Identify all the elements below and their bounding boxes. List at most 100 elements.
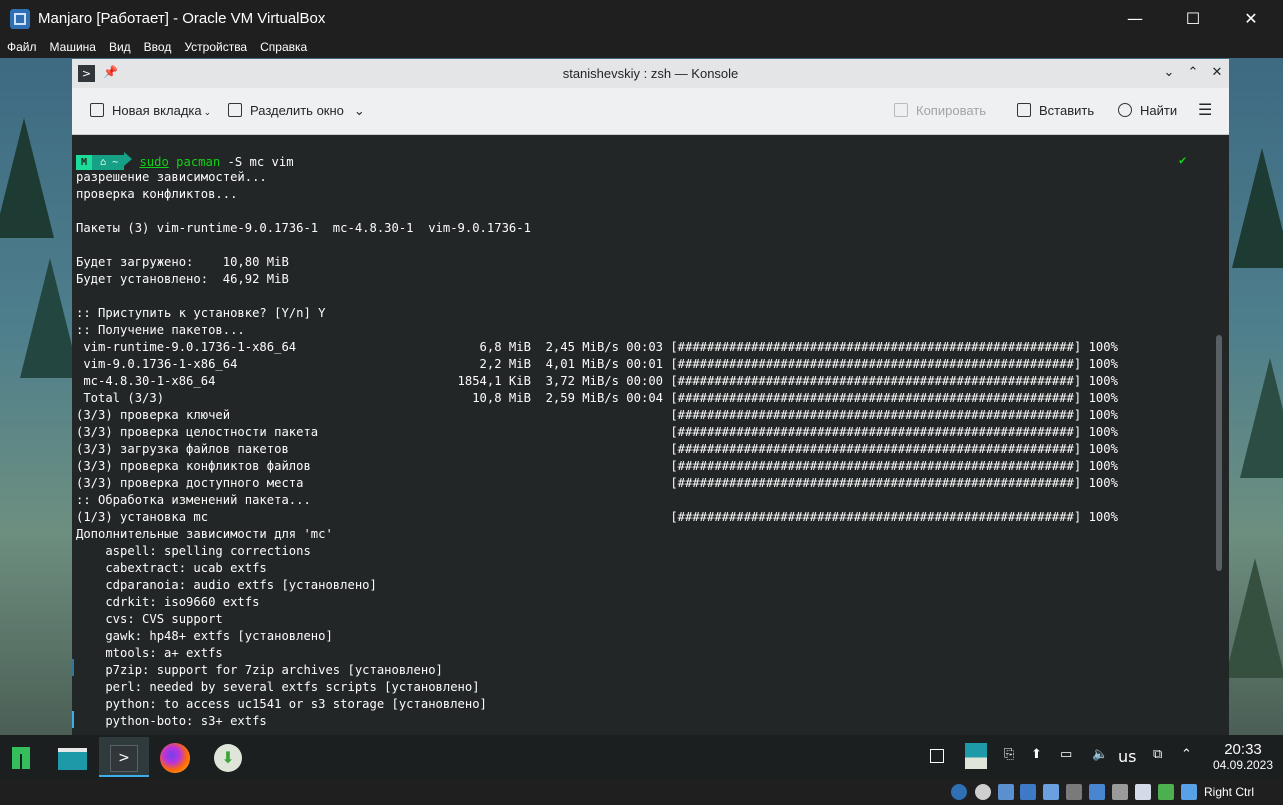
menu-input[interactable]: Ввод xyxy=(137,38,178,54)
wallpaper-tree xyxy=(20,258,80,378)
terminal-line: Пакеты (3) vim-runtime-9.0.1736-1 mc-4.8… xyxy=(76,221,531,235)
menu-devices[interactable]: Устройства xyxy=(177,38,253,54)
prompt-line: M ⌂ ~ sudo pacman -S mc vim xyxy=(76,152,294,170)
dropdown-icon: ⌄ xyxy=(203,107,212,117)
mouse-integration-icon[interactable] xyxy=(1158,784,1174,800)
wallpaper-tree xyxy=(1240,358,1283,478)
new-tab-button[interactable]: Новая вкладка ⌄ xyxy=(90,102,211,120)
virtualbox-status-bar: Right Ctrl xyxy=(0,779,1283,805)
clock-date: 04.09.2023 xyxy=(1212,758,1274,772)
hard-disk-icon[interactable] xyxy=(951,784,967,800)
konsole-title-bar: > 📌 stanishevskiy : zsh — Konsole ⌄ ⌃ ✕ xyxy=(72,59,1229,88)
manjaro-menu-icon[interactable] xyxy=(0,737,46,777)
host-key-label: Right Ctrl xyxy=(1204,785,1255,799)
shared-folders-icon[interactable] xyxy=(1066,784,1082,800)
status-ok-icon: ✔ xyxy=(1179,153,1187,167)
virtualbox-title-bar: Manjaro [Работает] - Oracle VM VirtualBo… xyxy=(0,0,1283,38)
terminal-line: (3/3) проверка ключей [#################… xyxy=(76,408,1118,422)
terminal-scrollbar[interactable] xyxy=(1216,335,1222,571)
terminal-line: :: Обработка изменений пакета... xyxy=(76,493,311,507)
terminal-line: Total (3/3) 10,8 MiB 2,59 MiB/s 00:04 [#… xyxy=(76,391,1118,405)
minimize-button[interactable]: — xyxy=(1112,4,1158,34)
terminal-line: python-boto: s3+ extfs xyxy=(76,714,267,728)
terminal-line: vim-runtime-9.0.1736-1-x86_64 6,8 MiB 2,… xyxy=(76,340,1118,354)
vt-x-icon[interactable] xyxy=(1135,784,1151,800)
virtualbox-menu-bar: Файл Машина Вид Ввод Устройства Справка xyxy=(0,38,1283,58)
command-args: -S mc vim xyxy=(220,155,294,169)
terminal-line: Дополнительные зависимости для 'mc' xyxy=(76,527,333,541)
konsole-toolbar: Новая вкладка ⌄ Разделить окно ⌄ Копироват… xyxy=(72,88,1229,135)
terminal-line: gawk: hp48+ extfs [установлено] xyxy=(76,629,333,643)
split-view-button[interactable]: Разделить окно ⌄ xyxy=(228,102,365,120)
chevron-down-icon[interactable]: ⌄ xyxy=(1160,64,1178,82)
paste-button[interactable]: Вставить xyxy=(1017,102,1094,120)
terminal-line: python: to access uc1541 or s3 storage [… xyxy=(76,697,487,711)
usb-icon[interactable] xyxy=(1043,784,1059,800)
terminal-line: mtools: a+ extfs xyxy=(76,646,223,660)
manjaro-logo-icon: M xyxy=(76,155,93,170)
find-button[interactable]: Найти xyxy=(1118,102,1177,120)
terminal-line: (3/3) проверка конфликтов файлов [######… xyxy=(76,459,1118,473)
optical-drive-icon[interactable] xyxy=(975,784,991,800)
pager-icon[interactable] xyxy=(965,743,987,769)
menu-machine[interactable]: Машина xyxy=(43,38,102,54)
volume-icon[interactable]: 🔈 xyxy=(1092,747,1108,762)
display-icon[interactable] xyxy=(1089,784,1105,800)
updates-icon[interactable]: ⬆ xyxy=(1031,747,1042,762)
audio-icon[interactable] xyxy=(998,784,1014,800)
terminal-line: vim-9.0.1736-1-x86_64 2,2 MiB 4,01 MiB/s… xyxy=(76,357,1118,371)
konsole-icon[interactable]: > xyxy=(99,737,149,777)
new-tab-icon xyxy=(90,103,104,117)
split-view-icon xyxy=(228,103,242,117)
command-sudo: sudo xyxy=(139,155,169,169)
menu-view[interactable]: Вид xyxy=(102,38,137,54)
clock-time: 20:33 xyxy=(1224,741,1262,758)
paste-icon xyxy=(1017,103,1031,117)
battery-icon[interactable]: ▭ xyxy=(1060,747,1072,762)
terminal-line: Будет установлено: 46,92 MiB xyxy=(76,272,289,286)
file-manager-icon[interactable] xyxy=(49,737,95,777)
clipboard-icon[interactable]: ⎘ xyxy=(1004,747,1014,762)
menu-help[interactable]: Справка xyxy=(253,38,313,54)
terminal-line: cdparanoia: audio extfs [установлено] xyxy=(76,578,377,592)
firefox-icon[interactable] xyxy=(152,737,198,777)
downloader-icon[interactable]: ⬇ xyxy=(204,737,250,777)
terminal-line: cvs: CVS support xyxy=(76,612,223,626)
close-button[interactable]: ✕ xyxy=(1228,4,1274,34)
guest-taskbar: > ⬇ ⎘ ⬆ ▭ 🔈 us ⧉ ⌃ 20:33 04.09.2023 xyxy=(0,735,1283,779)
virtualbox-logo-icon xyxy=(10,9,30,29)
menu-file[interactable]: Файл xyxy=(0,38,43,54)
home-dir-segment: ⌂ ~ xyxy=(92,155,125,170)
konsole-window: > 📌 stanishevskiy : zsh — Konsole ⌄ ⌃ ✕ … xyxy=(72,59,1229,735)
recording-icon[interactable] xyxy=(1112,784,1128,800)
copy-icon xyxy=(894,103,908,117)
close-icon[interactable]: ✕ xyxy=(1208,64,1226,82)
maximize-button[interactable]: ☐ xyxy=(1170,4,1216,34)
search-icon xyxy=(1118,103,1132,117)
terminal-line: cabextract: ucab extfs xyxy=(76,561,267,575)
chevron-up-icon[interactable]: ⌃ xyxy=(1184,64,1202,82)
tray-expand-icon[interactable]: ⌃ xyxy=(1181,747,1192,762)
wallpaper-tree xyxy=(0,118,54,238)
terminal-line: разрешение зависимостей... xyxy=(76,170,267,184)
copy-button[interactable]: Копировать xyxy=(894,102,986,120)
terminal-line: cdrkit: iso9660 extfs xyxy=(76,595,260,609)
keyboard-layout[interactable]: us xyxy=(1118,747,1136,766)
show-desktop-icon[interactable] xyxy=(930,749,944,763)
terminal-line: (3/3) загрузка файлов пакетов [#########… xyxy=(76,442,1118,456)
keyboard-capture-icon[interactable] xyxy=(1181,784,1197,800)
terminal-line: perl: needed by several extfs scripts [у… xyxy=(76,680,480,694)
gutter-marker xyxy=(72,659,74,676)
network-icon[interactable]: ⧉ xyxy=(1153,747,1162,762)
command-pacman: pacman xyxy=(176,155,221,169)
chevron-down-icon: ⌄ xyxy=(353,103,365,118)
terminal-area[interactable]: M ⌂ ~ sudo pacman -S mc vim ✔ разрешение … xyxy=(72,135,1229,735)
prompt-arrow-icon xyxy=(124,152,133,166)
terminal-line: (1/3) установка mc [####################… xyxy=(76,510,1118,524)
network-adapter-icon[interactable] xyxy=(1020,784,1036,800)
wallpaper-tree xyxy=(1232,148,1283,268)
konsole-title: stanishevskiy : zsh — Konsole xyxy=(562,66,739,81)
terminal-line: :: Получение пакетов... xyxy=(76,323,245,337)
hamburger-menu-icon[interactable]: ☰ xyxy=(1198,102,1212,120)
clock[interactable]: 20:33 04.09.2023 xyxy=(1208,741,1278,772)
